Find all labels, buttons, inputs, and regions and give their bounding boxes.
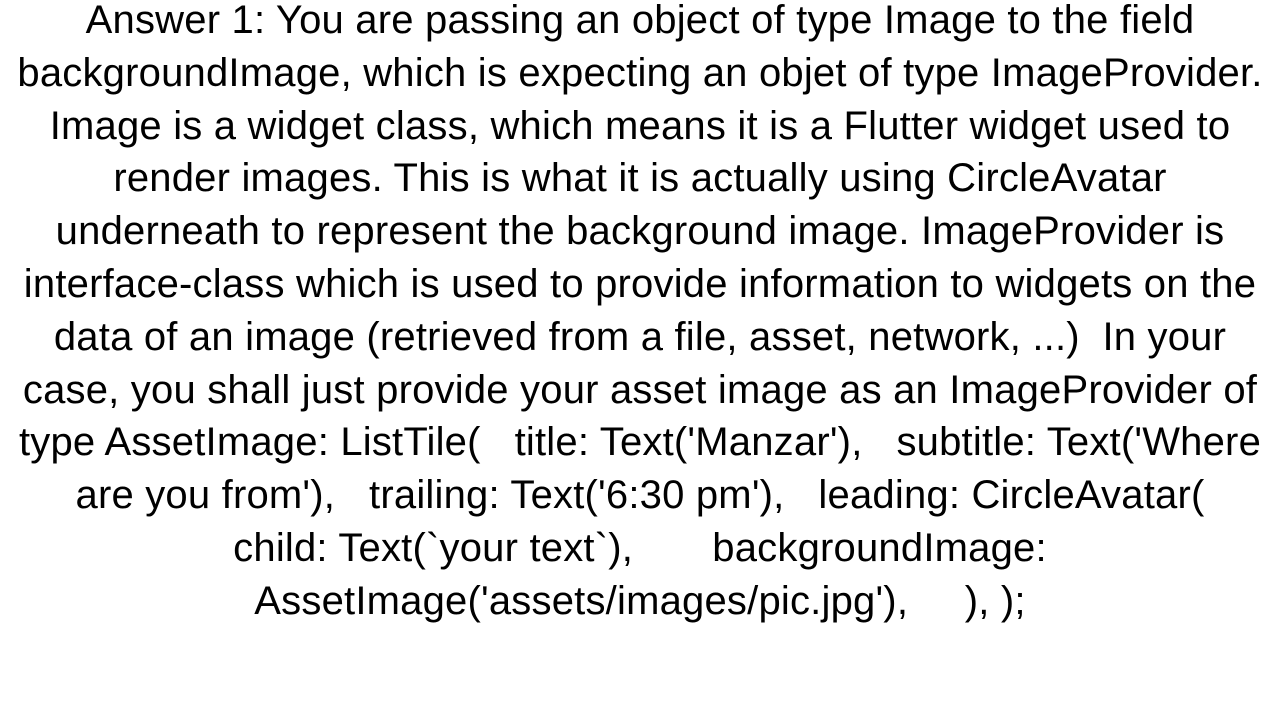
document-page: Answer 1: You are passing an object of t…	[0, 0, 1280, 720]
answer-text: Answer 1: You are passing an object of t…	[6, 0, 1274, 628]
